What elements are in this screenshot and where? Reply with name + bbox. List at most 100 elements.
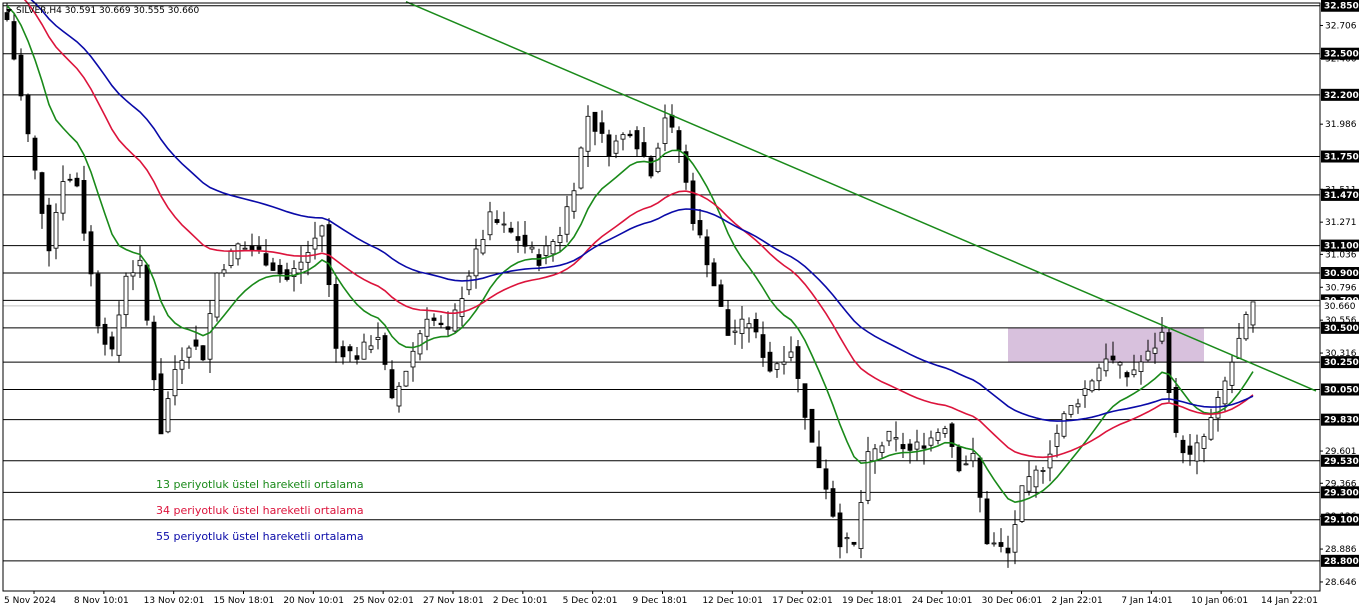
candle-body <box>592 111 598 132</box>
candle <box>186 345 192 369</box>
candle <box>529 241 535 254</box>
level-label-text: 29.300 <box>1324 488 1359 498</box>
candle-body <box>648 157 654 177</box>
candle <box>424 307 430 351</box>
candle-body <box>543 245 549 256</box>
time-tick-label: 13 Nov 02:01 <box>144 596 205 606</box>
candle-body <box>879 445 885 453</box>
candle <box>494 210 500 225</box>
candle-body <box>340 346 346 358</box>
candle-body <box>788 351 794 358</box>
candle-body <box>942 428 948 434</box>
candle-body <box>977 457 983 498</box>
candle <box>459 286 465 327</box>
candle <box>1180 435 1186 464</box>
candle-body <box>515 236 521 241</box>
price-tick-label: 28.646 <box>1325 578 1357 588</box>
time-tick-label: 25 Nov 02:01 <box>353 596 414 606</box>
candle-body <box>760 334 766 358</box>
time-tick-label: 15 Nov 18:01 <box>214 596 275 606</box>
candle <box>298 246 304 284</box>
candle <box>368 335 374 354</box>
candle-body <box>123 275 129 316</box>
candle <box>613 134 619 159</box>
candle-body <box>263 253 269 266</box>
candle-body <box>256 246 262 250</box>
candle <box>669 104 675 134</box>
price-tick-label: 31.986 <box>1325 120 1357 130</box>
candle-body <box>207 313 213 360</box>
trend-line[interactable] <box>405 0 1317 392</box>
candle-body <box>620 134 626 140</box>
level-label-text: 29.830 <box>1324 416 1359 426</box>
time-tick-label: 14 Jan 22:01 <box>1261 596 1318 606</box>
candle <box>893 421 899 452</box>
candle <box>956 444 962 473</box>
candle-body <box>81 180 87 234</box>
candle <box>130 260 136 291</box>
candle-body <box>424 318 430 337</box>
candle-body <box>676 130 682 151</box>
candle-body <box>179 359 185 370</box>
level-label: 30.050 <box>1321 383 1359 396</box>
time-tick-label: 5 Nov 2024 <box>4 596 56 606</box>
candle <box>473 238 479 289</box>
candle <box>900 432 906 458</box>
candle <box>179 347 185 384</box>
candle-body <box>970 452 976 462</box>
candle-body <box>1145 350 1151 361</box>
candle-body <box>438 322 444 326</box>
candle-body <box>186 347 192 358</box>
candle-body <box>172 369 178 397</box>
candle <box>879 441 885 458</box>
candle-body <box>669 114 675 128</box>
candle <box>39 171 45 229</box>
candle-body <box>935 432 941 441</box>
candle-body <box>795 346 801 379</box>
candle <box>746 317 752 343</box>
candle-body <box>529 246 535 250</box>
candle <box>109 331 115 357</box>
candle-body <box>130 272 136 277</box>
candle-body <box>60 181 66 214</box>
candle-body <box>984 498 990 545</box>
level-label: 32.200 <box>1321 88 1359 101</box>
candle <box>431 313 437 327</box>
candle <box>753 312 759 339</box>
candle-body <box>571 190 577 212</box>
price-tick-label: 28.886 <box>1325 545 1357 555</box>
candle <box>585 105 591 168</box>
candle-body <box>998 542 1004 547</box>
candle-body <box>1075 403 1081 408</box>
candle <box>816 430 822 469</box>
candle-body <box>39 172 45 214</box>
candle-body <box>872 448 878 462</box>
candle <box>914 429 920 461</box>
candle-body <box>1138 361 1144 372</box>
candle <box>501 211 507 233</box>
candle <box>11 13 17 61</box>
candle <box>1019 485 1025 524</box>
candle-body <box>1180 439 1186 454</box>
candle-body <box>739 318 745 334</box>
candle-body <box>200 345 206 361</box>
candle-body <box>389 369 395 399</box>
level-label: 31.470 <box>1321 188 1359 201</box>
candle-body <box>781 361 787 365</box>
price-chart[interactable]: 32.70632.46631.98631.51131.27131.03630.7… <box>0 0 1362 611</box>
candle-body <box>494 219 500 223</box>
candle-body <box>557 235 563 244</box>
candle <box>1054 424 1060 458</box>
candle <box>1075 398 1081 414</box>
candle <box>648 155 654 179</box>
candle-body <box>823 468 829 490</box>
level-label: 32.850 <box>1321 0 1359 12</box>
level-label-text: 29.530 <box>1324 457 1359 467</box>
candle <box>1082 380 1088 408</box>
candle-body <box>886 430 892 442</box>
candle <box>508 221 514 234</box>
candle-body <box>1236 337 1242 359</box>
candle-body <box>214 272 220 318</box>
candle <box>88 225 94 287</box>
candle <box>823 459 829 500</box>
